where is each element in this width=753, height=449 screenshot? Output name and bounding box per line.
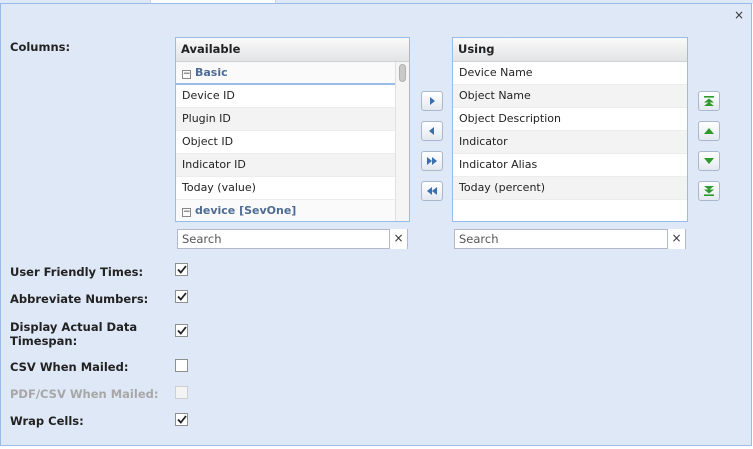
- row-label: Today (percent): [459, 181, 546, 194]
- row-label: Basic: [195, 66, 228, 79]
- list-item[interactable]: Indicator ID: [176, 154, 409, 177]
- checkmark-icon: [176, 265, 187, 274]
- checkbox-user-friendly-times[interactable]: [175, 263, 188, 276]
- double-arrow-right-icon: [427, 157, 437, 165]
- row-label: Indicator: [459, 135, 508, 148]
- move-up-button[interactable]: [698, 121, 720, 141]
- row-label: Plugin ID: [182, 112, 231, 125]
- move-to-top-icon: [704, 96, 714, 106]
- list-item[interactable]: Today (percent): [453, 177, 687, 200]
- scroll-thumb[interactable]: [399, 64, 406, 82]
- checkbox-display-actual-data-timespan[interactable]: [175, 324, 188, 337]
- move-down-button[interactable]: [698, 151, 720, 171]
- move-to-bottom-button[interactable]: [698, 181, 720, 201]
- checkmark-icon: [176, 326, 187, 335]
- list-item[interactable]: Plugin ID: [176, 108, 409, 131]
- arrow-left-icon: [429, 127, 434, 135]
- double-arrow-left-icon: [427, 187, 437, 195]
- available-columns-grid: Available − Basic Device ID Plugin ID Object…: [175, 37, 410, 222]
- checkbox-csv-when-mailed[interactable]: [175, 359, 188, 372]
- group-header[interactable]: − device [SevOne]: [176, 200, 409, 221]
- using-rows: Device Name Object Name Object Description…: [453, 62, 687, 200]
- move-right-button[interactable]: [421, 91, 443, 111]
- option-label-pdf-csv-when-mailed: PDF/CSV When Mailed:: [10, 387, 159, 401]
- list-item[interactable]: Device ID: [176, 85, 409, 108]
- row-label: Device ID: [182, 89, 235, 102]
- list-item[interactable]: Object Description: [453, 108, 687, 131]
- list-item[interactable]: Device Name: [453, 62, 687, 85]
- row-label: Object Name: [459, 89, 531, 102]
- move-left-button[interactable]: [421, 121, 443, 141]
- available-search: ×: [177, 229, 408, 249]
- list-item[interactable]: Indicator Alias: [453, 154, 687, 177]
- option-label-abbreviate-numbers: Abbreviate Numbers:: [10, 292, 149, 306]
- move-to-bottom-icon: [704, 186, 714, 196]
- row-label: device [SevOne]: [195, 204, 297, 217]
- list-item[interactable]: Today (value): [176, 177, 409, 200]
- collapse-icon[interactable]: −: [182, 208, 191, 217]
- available-header: Available: [176, 38, 409, 62]
- move-up-icon: [704, 128, 714, 134]
- using-search-input[interactable]: [455, 230, 665, 248]
- group-header[interactable]: − Basic: [176, 62, 409, 85]
- option-label-wrap-cells: Wrap Cells:: [10, 414, 84, 428]
- checkbox-wrap-cells[interactable]: [175, 413, 188, 426]
- row-label: Indicator ID: [182, 158, 246, 171]
- available-scrollbar[interactable]: [395, 62, 409, 221]
- row-label: Object Description: [459, 112, 561, 125]
- using-columns-grid: Using Device Name Object Name Object Descr…: [452, 37, 688, 222]
- move-to-top-button[interactable]: [698, 91, 720, 111]
- list-item[interactable]: Object Name: [453, 85, 687, 108]
- move-all-right-button[interactable]: [421, 151, 443, 171]
- clear-search-icon[interactable]: ×: [667, 229, 685, 249]
- row-label: Object ID: [182, 135, 234, 148]
- checkmark-icon: [176, 415, 187, 424]
- checkbox-abbreviate-numbers[interactable]: [175, 290, 188, 303]
- checkmark-icon: [176, 292, 187, 301]
- list-item[interactable]: Indicator: [453, 131, 687, 154]
- list-item[interactable]: Object ID: [176, 131, 409, 154]
- option-label-display-actual-data-timespan: Display Actual Data Timespan:: [10, 320, 138, 348]
- clear-search-icon[interactable]: ×: [389, 229, 407, 249]
- row-label: Device Name: [459, 66, 533, 79]
- row-label: Indicator Alias: [459, 158, 538, 171]
- arrow-right-icon: [430, 97, 435, 105]
- using-header: Using: [453, 38, 687, 62]
- option-label-csv-when-mailed: CSV When Mailed:: [10, 360, 129, 374]
- columns-label: Columns:: [10, 40, 71, 54]
- available-rows: − Basic Device ID Plugin ID Object ID Indicat…: [176, 62, 409, 221]
- move-all-left-button[interactable]: [421, 181, 443, 201]
- collapse-icon[interactable]: −: [182, 70, 191, 79]
- option-label-user-friendly-times: User Friendly Times:: [10, 265, 144, 279]
- move-down-icon: [704, 158, 714, 164]
- available-search-input[interactable]: [178, 230, 387, 248]
- using-search: ×: [454, 229, 686, 249]
- close-icon[interactable]: ×: [734, 8, 744, 22]
- row-label: Today (value): [182, 181, 256, 194]
- checkbox-pdf-csv-when-mailed: [175, 386, 188, 399]
